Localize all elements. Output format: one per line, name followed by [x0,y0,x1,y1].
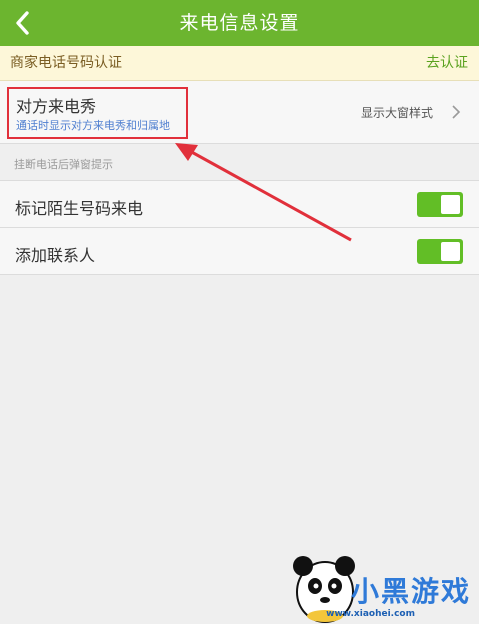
caller-show-value: 显示大窗样式 [360,106,433,120]
caller-show-setting[interactable]: 对方来电秀 通话时显示对方来电秀和归属地 显示大窗样式 [0,81,479,144]
add-contact-setting: 添加联系人 [0,228,479,275]
chevron-right-icon [452,105,461,119]
add-contact-toggle[interactable] [417,239,463,264]
go-verify-link[interactable]: 去认证 [426,46,468,80]
section-header: 挂断电话后弹窗提示 [0,144,479,181]
page-title: 来电信息设置 [179,12,300,34]
mark-unknown-caller-setting: 标记陌生号码来电 [0,181,479,228]
watermark-logo: 小黑游戏 www.xiaohei.com [279,542,479,624]
caller-show-title: 对方来电秀 [16,97,97,116]
section-title: 挂断电话后弹窗提示 [14,158,113,171]
watermark-brand: 小黑游戏 [350,575,471,608]
merchant-verification-label: 商家电话号码认证 [10,55,122,71]
add-contact-label: 添加联系人 [15,246,96,265]
watermark-site: www.xiaohei.com [326,609,415,619]
merchant-verification-banner[interactable]: 商家电话号码认证 去认证 [0,46,479,81]
toggle-knob [441,242,460,261]
mark-unknown-caller-label: 标记陌生号码来电 [15,199,144,218]
title-bar: 来电信息设置 [0,0,479,46]
caller-show-description: 通话时显示对方来电秀和归属地 [16,119,170,132]
mark-unknown-caller-toggle[interactable] [417,192,463,217]
toggle-knob [441,195,460,214]
